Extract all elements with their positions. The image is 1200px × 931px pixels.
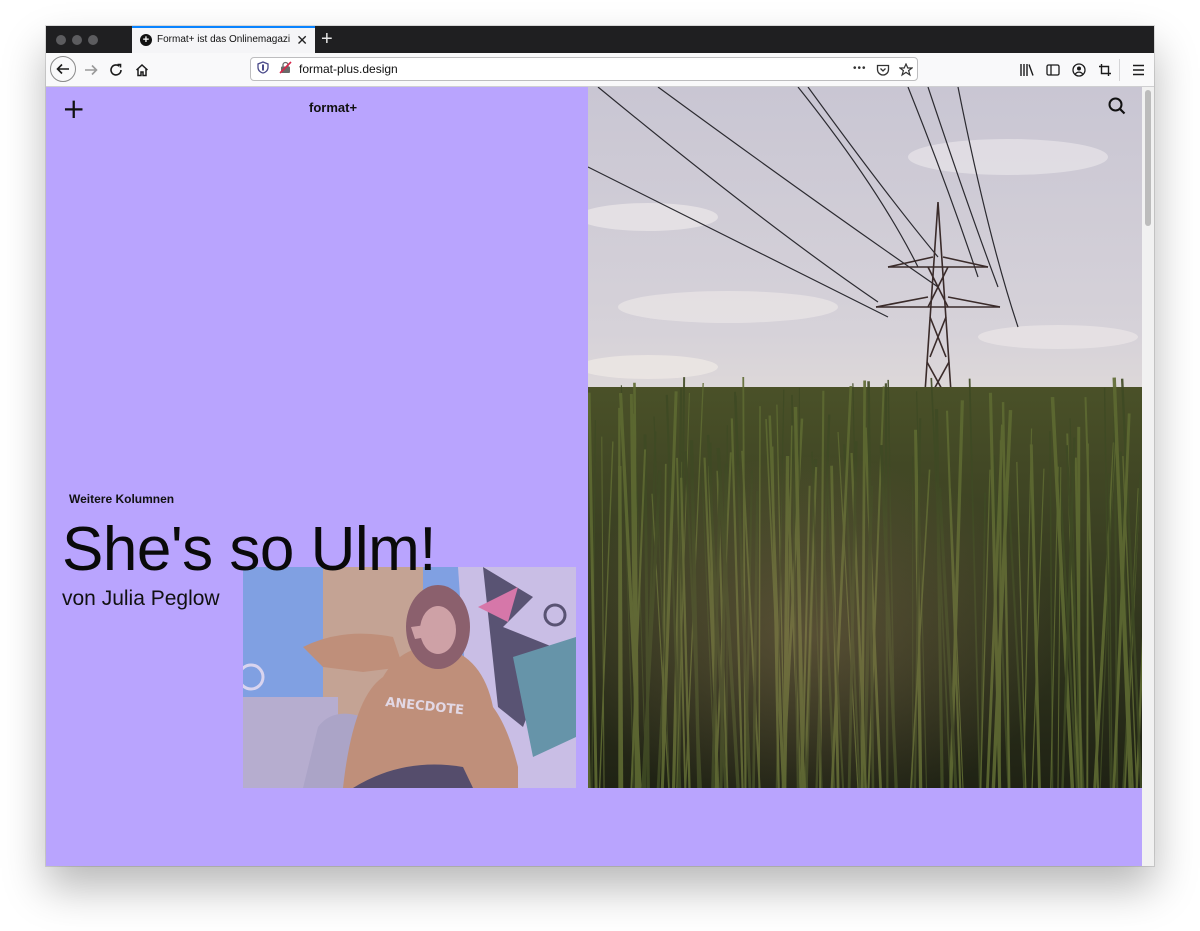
forward-arrow-icon[interactable]	[80, 59, 102, 81]
close-window-dot[interactable]	[56, 35, 66, 45]
library-icon[interactable]	[1016, 59, 1038, 81]
tab-close-icon[interactable]: ✕	[296, 31, 308, 49]
article-byline: von Julia Peglow	[62, 587, 220, 610]
toolbar-separator	[1119, 59, 1120, 81]
pocket-icon[interactable]	[876, 60, 890, 80]
power-line-field-photo[interactable]	[588, 87, 1142, 788]
active-tab[interactable]: + Format+ ist das Onlinemagazin ✕	[132, 26, 315, 53]
tab-title: Format+ ist das Onlinemagazin	[157, 34, 290, 45]
url-text: format-plus.design	[299, 62, 398, 76]
menu-plus-button[interactable]: +	[62, 95, 85, 123]
screenshot-icon[interactable]	[1094, 59, 1116, 81]
back-arrow-icon[interactable]	[50, 56, 76, 82]
account-icon[interactable]	[1068, 59, 1090, 81]
new-tab-button[interactable]: +	[321, 28, 333, 50]
page-viewport: + format+ Weitere Kolumnen ANECDOTE She'…	[46, 87, 1142, 866]
shield-icon[interactable]	[257, 61, 269, 77]
author-portrait-photo[interactable]: ANECDOTE	[243, 567, 576, 788]
sidebar-icon[interactable]	[1042, 59, 1064, 81]
url-bar[interactable]: format-plus.design •••	[250, 57, 918, 81]
maximize-window-dot[interactable]	[88, 35, 98, 45]
search-icon[interactable]	[1108, 97, 1126, 115]
tab-strip: + Format+ ist das Onlinemagazin ✕ +	[46, 26, 1154, 53]
home-icon[interactable]	[131, 59, 153, 81]
scrollbar-thumb[interactable]	[1145, 90, 1151, 226]
site-logo[interactable]: format+	[309, 100, 357, 115]
bookmark-star-icon[interactable]	[898, 60, 914, 80]
more-dots-icon[interactable]: •••	[853, 63, 867, 74]
browser-window: + Format+ ist das Onlinemagazin ✕ + form…	[46, 26, 1154, 866]
hamburger-menu-icon[interactable]	[1127, 59, 1149, 81]
minimize-window-dot[interactable]	[72, 35, 82, 45]
insecure-lock-icon[interactable]	[279, 61, 292, 77]
reload-icon[interactable]	[105, 59, 127, 81]
nav-toolbar: format-plus.design •••	[46, 53, 1154, 87]
vertical-scrollbar[interactable]	[1142, 87, 1154, 866]
article-headline[interactable]: She's so Ulm!	[62, 515, 437, 585]
section-kicker-link[interactable]: Weitere Kolumnen	[69, 492, 174, 506]
site-favicon-icon: +	[140, 34, 152, 46]
